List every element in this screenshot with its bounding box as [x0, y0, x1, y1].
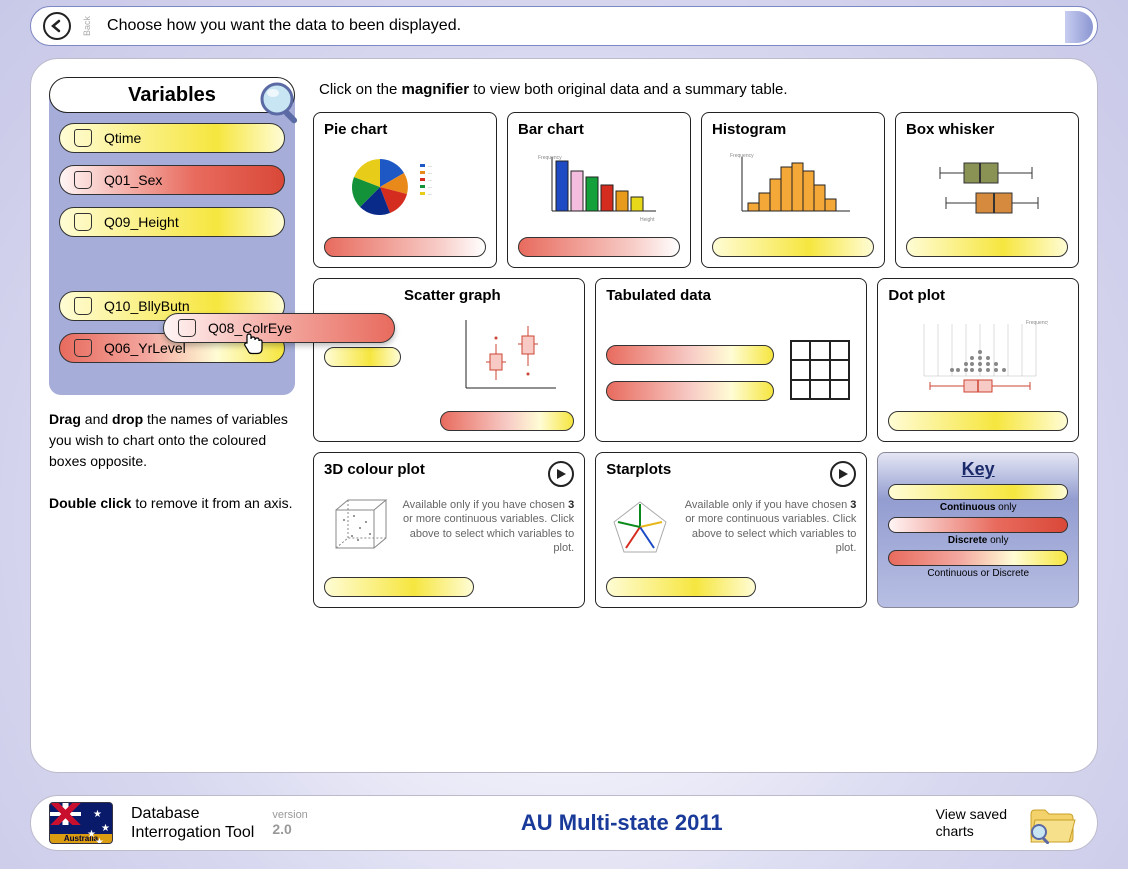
chart-grid-row-3: 3D colour plot — [313, 452, 1079, 608]
scatter-graph-card[interactable]: Scatter graph — [313, 278, 585, 442]
drop-slot[interactable] — [324, 577, 474, 597]
footer-bar: Australia DatabaseInterrogation Tool ver… — [30, 795, 1098, 851]
starplots-card[interactable]: Starplots — [595, 452, 867, 608]
availability-note: Available only if you have chosen 3 or m… — [400, 498, 574, 555]
card-title: Scatter graph — [404, 287, 574, 304]
magnifier-icon[interactable] — [257, 79, 305, 127]
svg-text:—: — — [428, 177, 432, 182]
card-title: Pie chart — [324, 121, 486, 138]
tool-name: DatabaseInterrogation Tool — [131, 804, 254, 842]
svg-text:Frequency: Frequency — [538, 155, 562, 161]
drop-slot[interactable] — [606, 345, 774, 365]
chart-picker-area: Click on the magnifier to view both orig… — [313, 77, 1079, 754]
box-whisker-card[interactable]: Box whisker — [895, 112, 1079, 268]
drop-slot[interactable] — [712, 237, 874, 257]
variable-pill[interactable]: Q09_Height — [59, 207, 285, 237]
dot-plot-card[interactable]: Dot plot — [877, 278, 1079, 442]
hist-thumb: Frequency — [712, 142, 874, 231]
card-title: Starplots — [606, 461, 856, 478]
variable-name: Q10_BllyButn — [104, 298, 190, 314]
svg-text:—: — — [428, 184, 432, 189]
cube-thumb — [324, 496, 392, 558]
box-thumb — [906, 142, 1068, 231]
svg-text:—: — — [428, 170, 432, 175]
drop-slot[interactable] — [518, 237, 680, 257]
svg-text:—: — — [428, 191, 432, 196]
star-thumb — [606, 496, 674, 558]
saved-charts-folder-icon[interactable] — [1025, 802, 1079, 844]
grab-icon — [178, 319, 196, 337]
key-discrete-swatch — [888, 517, 1068, 533]
card-title: Tabulated data — [606, 287, 856, 304]
key-either-swatch — [888, 550, 1068, 566]
drop-slot[interactable] — [906, 237, 1068, 257]
pie-thumb: — — — — — — [324, 142, 486, 231]
card-title: 3D colour plot — [324, 461, 574, 478]
drop-slot-x[interactable] — [440, 411, 574, 431]
play-icon[interactable] — [548, 461, 574, 487]
bar-thumb: Frequency Height — [518, 142, 680, 231]
back-label: Back — [82, 16, 92, 36]
drop-slot[interactable] — [324, 237, 486, 257]
grab-icon — [74, 213, 92, 231]
instruction-text: Choose how you want the data to been dis… — [107, 17, 461, 35]
drop-slot[interactable] — [606, 381, 774, 401]
key-panel: Key Continuous only Discrete only Contin… — [877, 452, 1079, 608]
svg-text:Height: Height — [640, 217, 655, 223]
histogram-card[interactable]: Histogram Fr — [701, 112, 885, 268]
back-button[interactable] — [43, 12, 71, 40]
key-title: Key — [888, 459, 1068, 480]
key-discrete-label: Discrete only — [888, 535, 1068, 546]
variables-title: Variables — [128, 84, 216, 107]
main-panel: Variables Qtime Q01_Sex Q09_Height Q10_Blly… — [30, 58, 1098, 773]
variable-pill[interactable]: Qtime — [59, 123, 285, 153]
grab-icon — [74, 129, 92, 147]
view-saved-charts-link[interactable]: View savedcharts — [936, 806, 1007, 840]
variable-name: Q08_ColrEye — [208, 320, 292, 336]
chart-grid-row-1: Pie chart — — [313, 112, 1079, 268]
variable-dragging[interactable]: Q08_ColrEye — [163, 313, 395, 343]
pie-chart-card[interactable]: Pie chart — — [313, 112, 497, 268]
topbar-decor — [1065, 11, 1093, 43]
card-title: Histogram — [712, 121, 874, 138]
drop-slot[interactable] — [606, 577, 756, 597]
tab-thumb — [784, 337, 856, 403]
top-instruction-bar: Back Choose how you want the data to bee… — [30, 6, 1098, 46]
dot-thumb: Frequency — [888, 308, 1068, 405]
variable-name: Qtime — [104, 130, 141, 146]
chart-grid-row-2: Scatter graph — [313, 278, 1079, 442]
drop-slot[interactable] — [888, 411, 1068, 431]
database-title: AU Multi-state 2011 — [326, 810, 918, 836]
svg-text:—: — — [428, 163, 432, 168]
svg-text:Frequency: Frequency — [730, 153, 754, 159]
flag-icon: Australia — [49, 802, 113, 844]
drop-slot-y[interactable] — [324, 347, 401, 367]
grab-icon — [74, 171, 92, 189]
bar-chart-card[interactable]: Bar chart Frequency Height — [507, 112, 691, 268]
grab-icon — [74, 297, 92, 315]
3d-colour-plot-card[interactable]: 3D colour plot — [313, 452, 585, 608]
flag-label: Australia — [50, 834, 112, 843]
svg-text:Frequency: Frequency — [1026, 320, 1048, 326]
variable-pill[interactable]: Q01_Sex — [59, 165, 285, 195]
variables-list: QtimeQ01_SexQ09_HeightQ10_BllyButnQ06_Yr… — [49, 95, 295, 395]
card-title: Box whisker — [906, 121, 1068, 138]
variable-name: Q01_Sex — [104, 172, 162, 188]
key-continuous-label: Continuous only — [888, 502, 1068, 513]
drag-drop-hint: Drag and drop the names of variables you… — [49, 409, 295, 514]
availability-note: Available only if you have chosen 3 or m… — [682, 498, 856, 555]
grab-icon — [74, 339, 92, 357]
variables-sidebar: Variables Qtime Q01_Sex Q09_Height Q10_Blly… — [49, 77, 295, 754]
card-title: Dot plot — [888, 287, 1068, 304]
variable-name: Q09_Height — [104, 214, 179, 230]
scatter-thumb — [440, 308, 574, 405]
tabulated-data-card[interactable]: Tabulated data — [595, 278, 867, 442]
magnifier-hint: Click on the magnifier to view both orig… — [319, 81, 1079, 98]
key-either-label: Continuous or Discrete — [888, 568, 1068, 579]
version-info: version2.0 — [272, 809, 307, 837]
key-continuous-swatch — [888, 484, 1068, 500]
card-title: Bar chart — [518, 121, 680, 138]
